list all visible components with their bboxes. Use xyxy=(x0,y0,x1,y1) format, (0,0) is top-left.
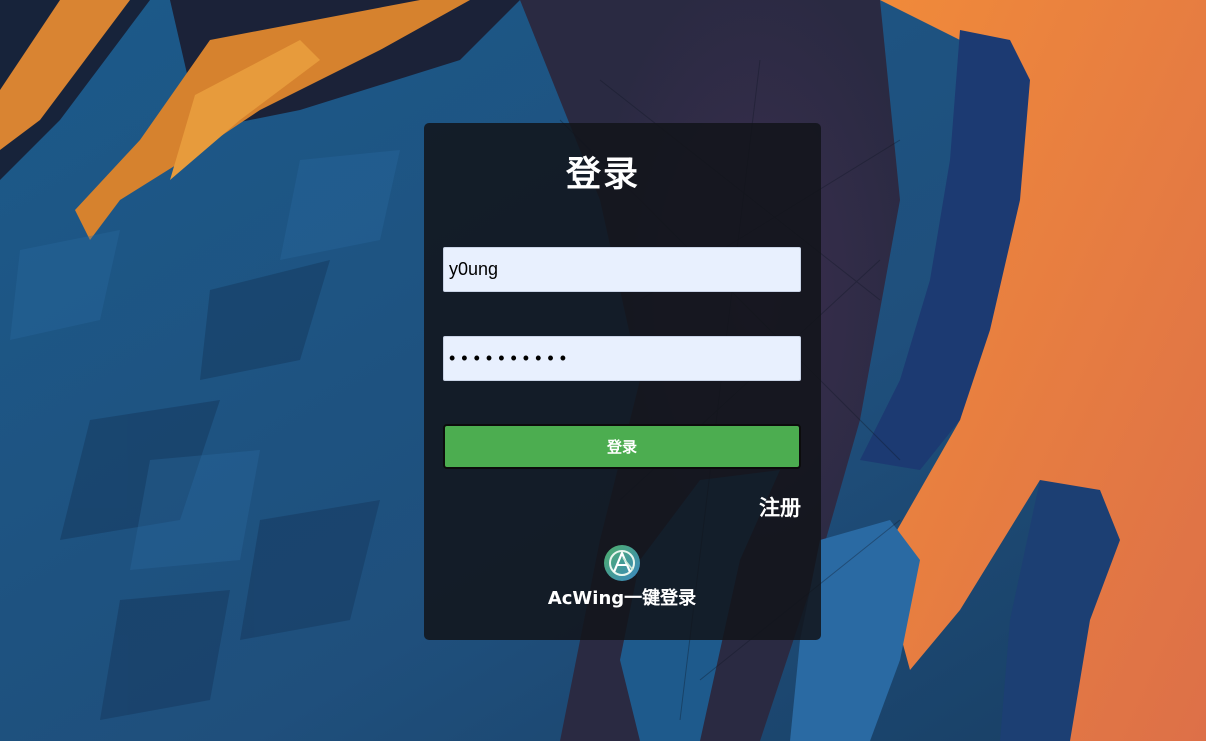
login-title: 登录 xyxy=(565,155,640,195)
register-link[interactable]: 注册 xyxy=(759,492,801,522)
acwing-login-link[interactable]: AcWing一键登录 xyxy=(0,584,1206,610)
username-input[interactable] xyxy=(443,247,801,292)
acwing-logo-svg xyxy=(604,545,640,581)
password-input[interactable] xyxy=(443,336,801,381)
login-button[interactable]: 登录 xyxy=(443,424,801,469)
acwing-logo-icon[interactable] xyxy=(603,544,641,582)
